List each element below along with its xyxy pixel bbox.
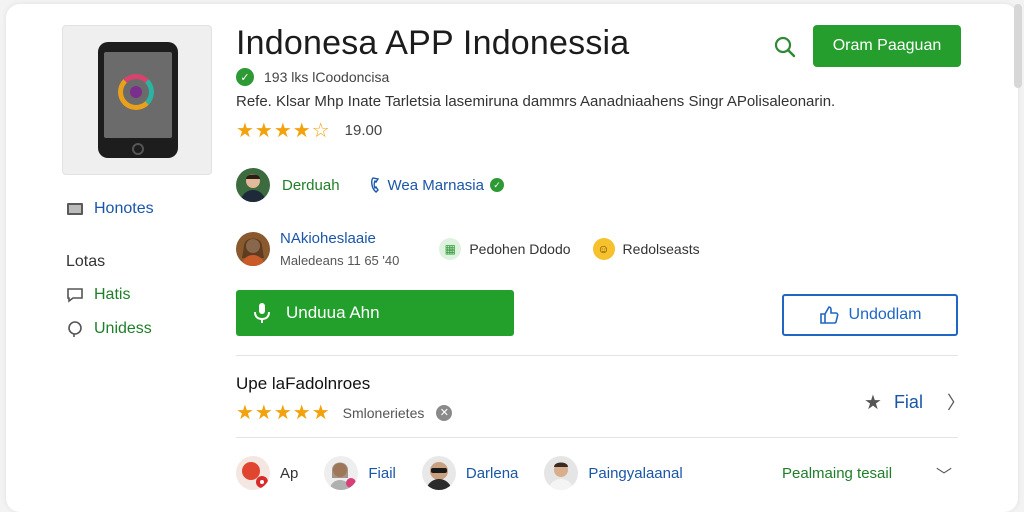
chevron-down-icon[interactable]: ﹀ (936, 462, 952, 486)
people-row: Ap Fiail Darlena Paingyalaanal (236, 456, 709, 490)
chip-pedohen[interactable]: ▦ Pedohen Ddodo (439, 238, 571, 260)
search-button[interactable] (772, 34, 798, 60)
verified-badge-icon: ✓ (489, 178, 504, 192)
secondary-subtext: Maledeans 11 65 '40 (280, 253, 400, 268)
sidebar-section-heading: Lotas (66, 253, 106, 270)
app-meta: ✓ 193 lks lCoodoncisa (236, 68, 389, 86)
person-name: Ap (280, 464, 299, 482)
person-name: Fiail (368, 464, 396, 482)
bubble-icon (68, 321, 82, 337)
verified-publisher-link[interactable]: Wea Marnasia ✓ (370, 177, 504, 194)
person-name: Darlena (465, 464, 519, 482)
app-thumbnail (62, 25, 212, 175)
developer-name[interactable]: Derduah (282, 177, 340, 194)
secondary-info-row: NAkioheslaaie Maledeans 11 65 '40 ▦ Pedo… (236, 230, 700, 268)
list-item[interactable]: Paingyalaanal (544, 456, 683, 490)
developer-row: Derduah Wea Marnasia ✓ (236, 168, 504, 202)
sidebar-item-notes[interactable]: Honotes (66, 200, 154, 218)
rating-value: 19.00 (344, 122, 383, 139)
grid-icon: ▦ (439, 238, 462, 260)
chip-redolseasts[interactable]: ☺ Redolseasts (592, 238, 700, 260)
avatar (544, 456, 579, 490)
app-rating: ★★★★☆ 19.00 (236, 118, 382, 143)
divider (236, 437, 958, 438)
app-title: Indonesa APP Indonessia (236, 24, 630, 62)
secondary-action-label: Undodlam (848, 306, 922, 323)
reviews-title: Upe laFadolnroes (236, 374, 371, 393)
sidebar-item-label: Honotes (94, 200, 154, 217)
app-detail-card: Honotes Lotas Hatis Unidess Indonesa APP… (6, 4, 1018, 512)
chat-icon (67, 288, 83, 303)
secondary-action-button[interactable]: Undodlam (782, 294, 958, 336)
phone-icon (370, 177, 379, 193)
reviews-expand[interactable]: ★ Fial 〉 (864, 389, 965, 415)
more-link[interactable]: Pealmaing tesail (782, 465, 892, 482)
avatar (324, 456, 359, 490)
reviews-right-label: Fial (893, 391, 923, 412)
chip-label: Pedohen Ddodo (469, 241, 571, 257)
reviews-stars: ★★★★★ (236, 402, 331, 424)
divider (236, 355, 958, 356)
search-icon (774, 36, 796, 58)
list-item[interactable]: Ap (236, 456, 298, 490)
chip-label: Redolseasts (622, 241, 700, 257)
info-icon[interactable]: ✕ (436, 404, 453, 421)
avatar (421, 456, 456, 490)
download-icon (254, 303, 270, 323)
person-name: Paingyalaanal (588, 464, 683, 482)
chevron-right-icon: 〉 (946, 393, 965, 413)
app-description: Refe. Klsar Mhp Inate Tarletsia lasemiru… (236, 93, 836, 110)
verified-check-icon: ✓ (236, 68, 254, 86)
notes-icon (67, 203, 83, 215)
avatar (236, 168, 270, 202)
sidebar-item-label: Hatis (94, 286, 131, 303)
star-icon: ★ (864, 391, 882, 414)
reviews-summary: ★★★★★ Smlonerietes ✕ (236, 400, 453, 425)
sidebar-item-label: Unidess (94, 320, 152, 337)
list-item[interactable]: Darlena (421, 456, 519, 490)
emoji-icon: ☺ (592, 238, 615, 260)
sidebar-item-unidess[interactable]: Unidess (66, 320, 152, 338)
avatar (236, 232, 270, 266)
top-action-button[interactable]: Oram Paaguan (813, 25, 961, 67)
avatar (236, 456, 270, 490)
reviews-label: Smlonerietes (342, 404, 425, 421)
phone-image (98, 42, 178, 158)
sidebar-item-hatis[interactable]: Hatis (66, 286, 130, 304)
list-item[interactable]: Fiail (324, 456, 396, 490)
scrollbar[interactable] (1014, 4, 1022, 88)
thumbs-up-icon (819, 306, 839, 324)
secondary-link[interactable]: NAkioheslaaie (280, 230, 399, 247)
install-label: Unduua Ahn (286, 303, 380, 322)
verified-label: Wea Marnasia (387, 176, 484, 194)
install-button[interactable]: Unduua Ahn (236, 290, 514, 336)
rating-stars: ★★★★☆ (236, 120, 331, 142)
meta-text: 193 lks lCoodoncisa (264, 69, 390, 85)
